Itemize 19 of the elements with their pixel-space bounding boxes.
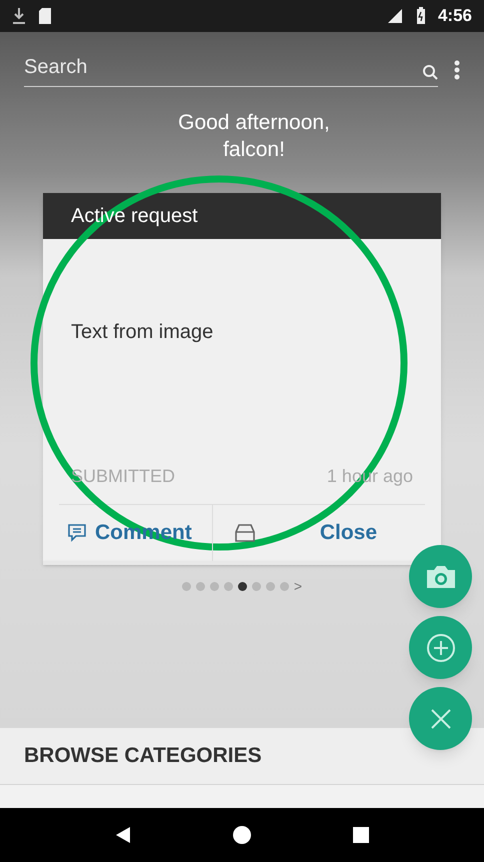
battery-icon <box>416 7 426 25</box>
home-icon[interactable] <box>233 826 251 844</box>
more-options-icon[interactable] <box>454 60 460 80</box>
camera-icon <box>426 564 456 588</box>
search-field[interactable]: Search <box>24 52 418 87</box>
next-arrow[interactable]: > <box>294 579 302 593</box>
section-title: BROWSE CATEGORIES <box>24 743 262 770</box>
tray-icon <box>232 523 256 543</box>
add-icon <box>426 632 456 662</box>
clock: 4:56 <box>438 5 472 28</box>
back-icon[interactable] <box>115 826 131 844</box>
greeting-text: falcon! <box>223 137 285 163</box>
close-icon <box>430 708 452 730</box>
comment-icon <box>67 523 87 543</box>
request-text: Text from image <box>71 320 214 345</box>
greeting-text: Good afternoon, <box>178 110 330 136</box>
download-icon <box>12 7 26 25</box>
sd-card-icon <box>38 7 52 25</box>
search-icon[interactable] <box>418 64 438 87</box>
